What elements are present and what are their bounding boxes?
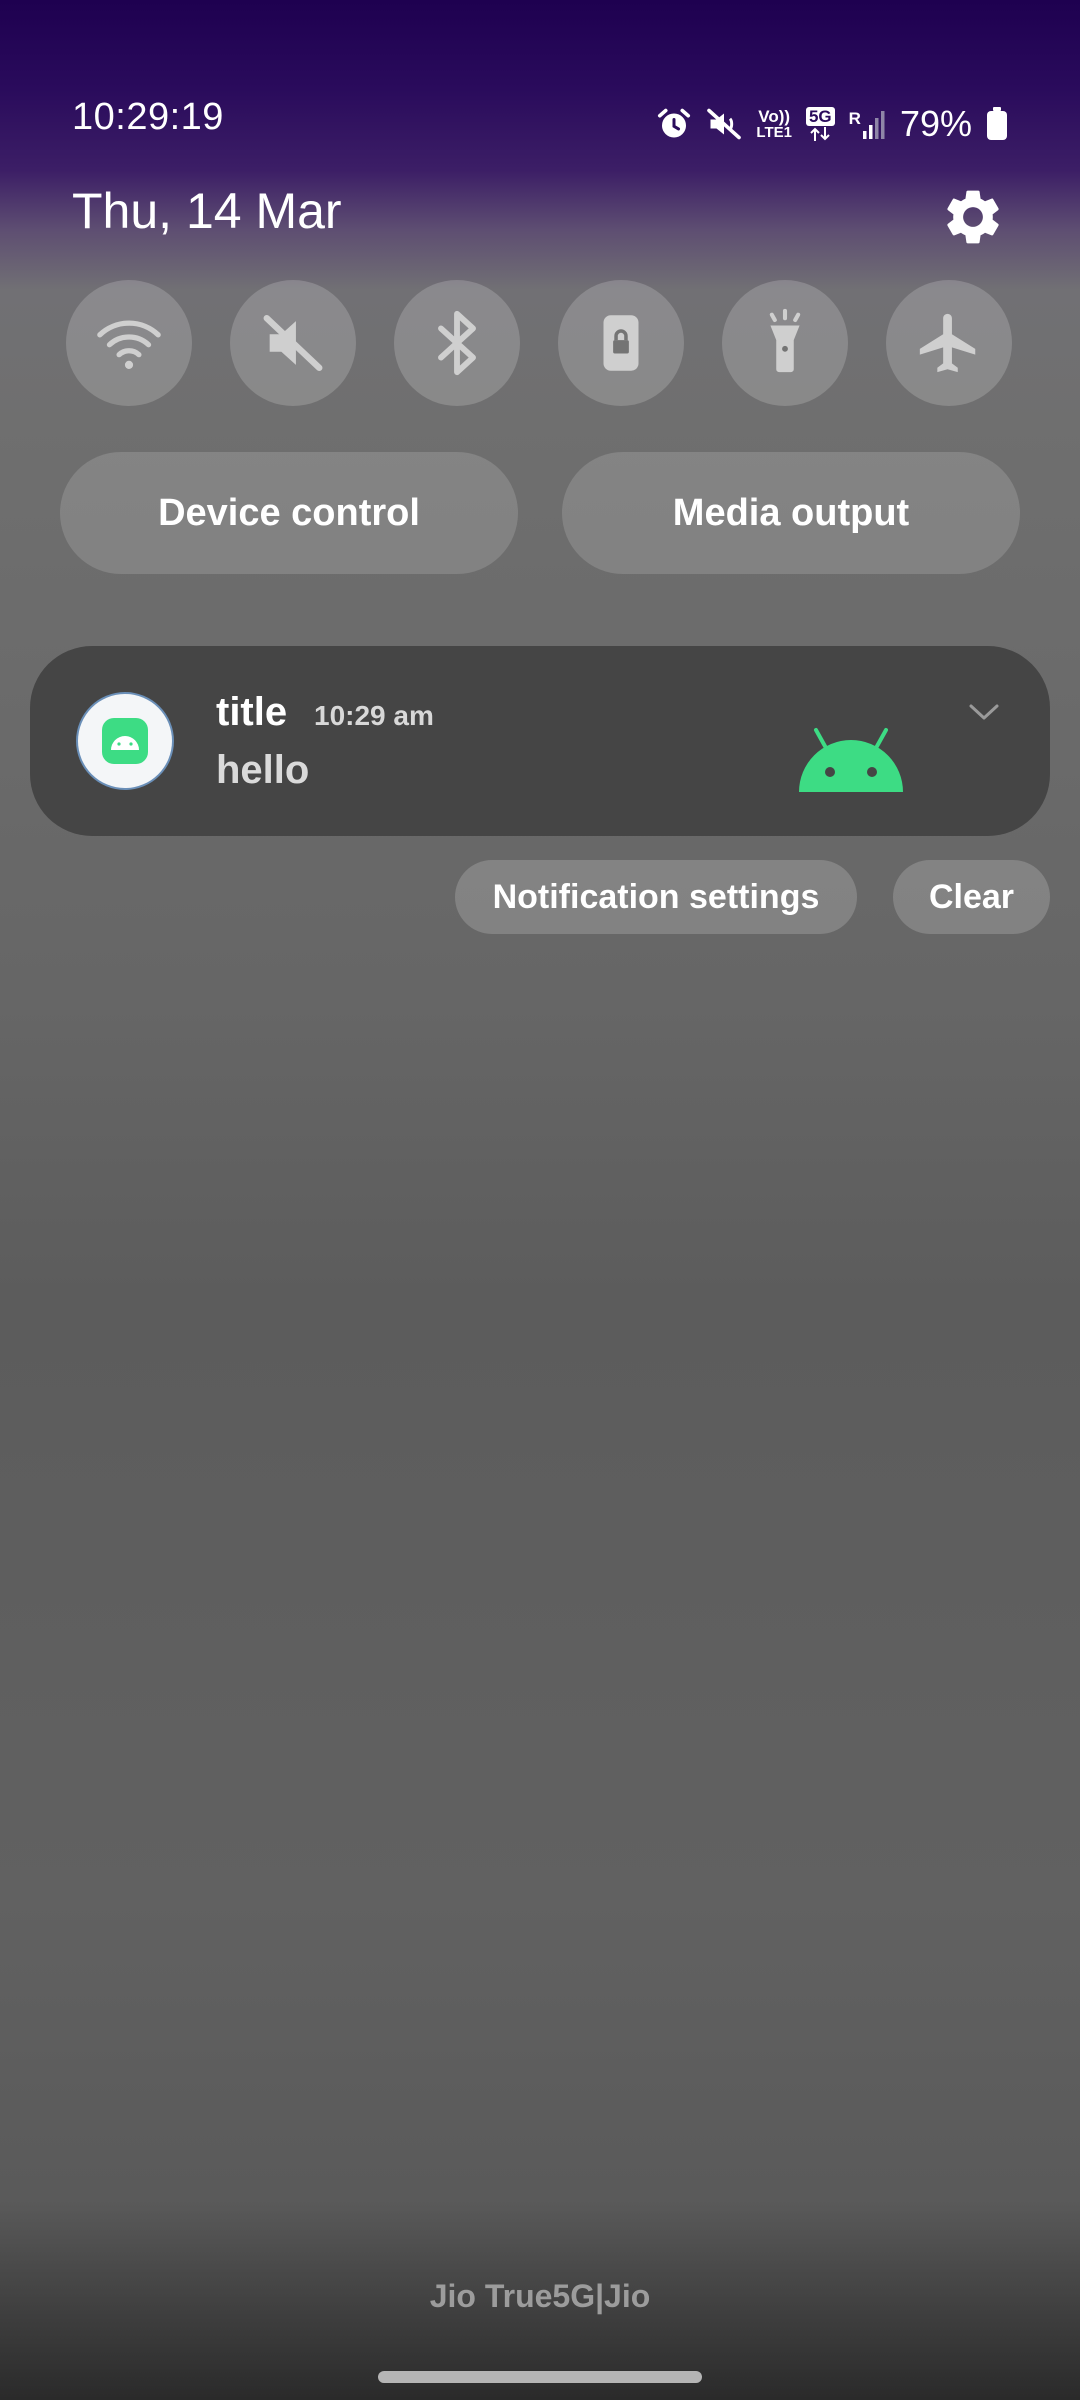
battery-percent: 79% <box>899 103 972 144</box>
date-text: Thu, 14 Mar <box>72 183 342 239</box>
sound-toggle[interactable] <box>230 280 356 406</box>
notification-time: 10:29 am <box>314 700 434 731</box>
signal-bars-icon <box>862 111 885 139</box>
chevron-down-icon[interactable] <box>968 700 1000 724</box>
mute-icon <box>707 108 742 140</box>
media-output-button[interactable]: Media output <box>562 452 1020 574</box>
alarm-icon <box>658 108 691 138</box>
status-icons: Vo)) LTE1 5G R 79% <box>656 98 1008 150</box>
signal-icon: R <box>849 109 886 139</box>
5g-label: 5G <box>805 106 835 126</box>
bluetooth-icon <box>438 310 476 376</box>
wifi-icon <box>97 320 161 369</box>
flashlight-icon <box>769 308 801 373</box>
notification-settings-button[interactable]: Notification settings <box>455 860 857 934</box>
volte-icon: Vo)) LTE1 <box>756 108 792 140</box>
lte-label: LTE1 <box>756 124 792 141</box>
gear-icon[interactable] <box>940 184 1006 250</box>
carrier-label: Jio True5G|Jio <box>429 2278 651 2314</box>
wifi-toggle[interactable] <box>66 280 192 406</box>
device-control-button[interactable]: Device control <box>60 452 518 574</box>
airplane-icon <box>919 313 976 373</box>
volte-label: Vo)) <box>758 107 791 126</box>
android-robot-image <box>799 728 903 792</box>
rotation-lock-toggle[interactable] <box>558 280 684 406</box>
airplane-mode-toggle[interactable] <box>886 280 1012 406</box>
roaming-label: R <box>848 109 861 128</box>
lock-icon <box>603 315 639 371</box>
status-time: 10:29:19 <box>72 96 224 138</box>
data-arrows-icon <box>810 126 831 141</box>
notification-title: title <box>216 690 288 734</box>
battery-icon <box>987 107 1007 140</box>
clear-button[interactable]: Clear <box>893 860 1050 934</box>
bluetooth-toggle[interactable] <box>394 280 520 406</box>
5g-icon: 5G <box>805 106 835 142</box>
mute-icon <box>263 315 323 371</box>
app-icon-badge <box>102 718 148 764</box>
flashlight-toggle[interactable] <box>722 280 848 406</box>
android-app-icon <box>78 694 172 788</box>
notification-body: hello <box>216 748 310 792</box>
home-gesture-bar[interactable] <box>378 2371 702 2383</box>
android-icon <box>111 736 139 750</box>
